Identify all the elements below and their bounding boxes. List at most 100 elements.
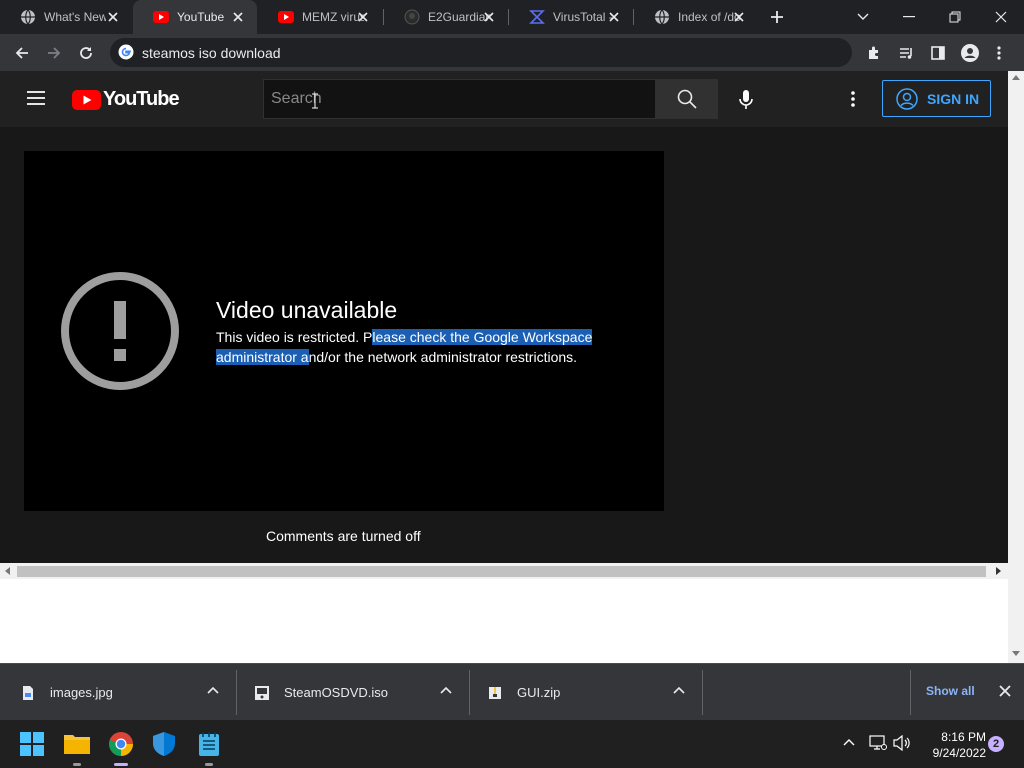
new-tab-plus-icon[interactable] xyxy=(764,4,790,30)
extensions-puzzle-icon[interactable] xyxy=(861,40,887,66)
settings-dots-icon[interactable] xyxy=(851,91,855,107)
download-divider xyxy=(469,670,470,715)
tab-search-chevron-icon[interactable] xyxy=(840,0,886,34)
profile-avatar-icon[interactable] xyxy=(957,40,983,66)
download-filename: images.jpg xyxy=(50,685,113,700)
browser-toolbar: steamos iso download xyxy=(0,34,1024,71)
download-item[interactable]: GUI.zip xyxy=(487,664,702,721)
download-filename: GUI.zip xyxy=(517,685,561,700)
chrome-icon[interactable] xyxy=(108,731,136,759)
close-icon[interactable] xyxy=(998,684,1012,698)
tab-memz[interactable]: MEMZ virus xyxy=(258,0,382,34)
defender-shield-icon[interactable] xyxy=(152,731,180,759)
text-cursor-icon xyxy=(311,93,319,109)
blank-page-area xyxy=(0,579,1008,663)
tab-index-of[interactable]: Index of /do xyxy=(634,0,758,34)
download-filename: SteamOSDVD.iso xyxy=(284,685,389,700)
tab-title: E2Guardian xyxy=(428,10,490,24)
downloads-bar: images.jpg SteamOSDVD.iso GUI.zip Show a… xyxy=(0,663,1024,720)
back-arrow-icon[interactable] xyxy=(9,40,35,66)
search-button[interactable] xyxy=(655,79,718,119)
close-icon[interactable] xyxy=(607,10,621,24)
close-icon[interactable] xyxy=(106,10,120,24)
youtube-icon xyxy=(278,9,294,25)
close-icon[interactable] xyxy=(231,10,245,24)
scroll-right-arrow-icon[interactable] xyxy=(996,567,1001,575)
search-box xyxy=(263,79,655,119)
clock-time: 8:16 PM xyxy=(941,730,986,744)
sign-in-label: SIGN IN xyxy=(927,90,980,107)
horizontal-scrollbar[interactable] xyxy=(0,563,1008,579)
restore-icon[interactable] xyxy=(932,0,978,34)
error-title: Video unavailable xyxy=(216,297,398,323)
scroll-left-arrow-icon[interactable] xyxy=(5,567,10,575)
forward-arrow-icon[interactable] xyxy=(41,40,67,66)
media-queue-icon[interactable] xyxy=(893,40,919,66)
kebab-menu-icon[interactable] xyxy=(986,40,1012,66)
google-icon xyxy=(118,44,134,60)
error-message: This video is restricted. Please check t… xyxy=(216,327,636,367)
download-divider xyxy=(910,670,911,715)
account-circle-icon xyxy=(896,87,918,110)
sign-in-button[interactable]: SIGN IN xyxy=(882,80,991,117)
show-all-button[interactable]: Show all xyxy=(926,684,975,698)
windows-start-icon[interactable] xyxy=(20,732,48,760)
comments-status: Comments are turned off xyxy=(266,528,421,544)
tab-whats-new[interactable]: What's New xyxy=(0,0,132,34)
search-input[interactable] xyxy=(264,80,655,118)
system-clock[interactable]: 8:16 PM 9/24/2022 xyxy=(922,729,986,761)
scroll-up-arrow-icon[interactable] xyxy=(1012,75,1020,80)
error-message-part2: nd/or the network administrator restrict… xyxy=(308,349,578,365)
address-text: steamos iso download xyxy=(142,45,281,61)
scrollbar-thumb[interactable] xyxy=(17,566,986,577)
close-icon[interactable] xyxy=(482,10,496,24)
file-explorer-icon[interactable] xyxy=(64,732,92,760)
globe-icon xyxy=(20,9,36,25)
clock-date: 9/24/2022 xyxy=(932,746,986,760)
minimize-icon[interactable] xyxy=(886,0,932,34)
youtube-header: YouTube SIGN IN xyxy=(0,71,1008,127)
side-panel-icon[interactable] xyxy=(925,40,951,66)
iso-file-icon xyxy=(254,685,270,701)
close-icon[interactable] xyxy=(732,10,746,24)
globe-icon xyxy=(654,9,670,25)
network-icon[interactable] xyxy=(869,735,887,751)
video-player[interactable]: Video unavailable This video is restrict… xyxy=(24,151,664,511)
virustotal-icon xyxy=(529,9,545,25)
scroll-down-arrow-icon[interactable] xyxy=(1012,651,1020,656)
chevron-up-icon[interactable] xyxy=(207,686,219,694)
window-close-icon[interactable] xyxy=(978,0,1024,34)
exclamation-circle-icon xyxy=(60,271,180,391)
running-indicator xyxy=(205,763,213,766)
close-icon[interactable] xyxy=(356,10,370,24)
notepad-icon[interactable] xyxy=(198,731,226,759)
tab-strip: What's New YouTube MEMZ virus E2Guardian… xyxy=(0,0,1024,34)
tab-e2guardian[interactable]: E2Guardian xyxy=(384,0,508,34)
microphone-icon[interactable] xyxy=(738,89,754,111)
chevron-up-icon[interactable] xyxy=(440,686,452,694)
download-item[interactable]: images.jpg xyxy=(20,664,235,721)
error-message-part1: This video is restricted. P xyxy=(216,329,373,345)
download-item[interactable]: SteamOSDVD.iso xyxy=(254,664,469,721)
volume-icon[interactable] xyxy=(893,735,911,751)
youtube-play-icon xyxy=(72,89,101,110)
zip-file-icon xyxy=(487,685,503,701)
notification-badge[interactable]: 2 xyxy=(988,736,1004,752)
tab-title: What's New xyxy=(44,10,106,24)
reload-icon[interactable] xyxy=(73,40,99,66)
youtube-logo[interactable]: YouTube xyxy=(72,88,180,111)
hamburger-menu-icon[interactable] xyxy=(27,91,45,105)
chevron-up-icon[interactable] xyxy=(843,738,855,746)
tab-title: YouTube xyxy=(177,10,225,24)
youtube-wordmark: YouTube xyxy=(103,88,180,110)
youtube-page: YouTube SIGN IN Video xyxy=(0,71,1008,563)
address-bar[interactable]: steamos iso download xyxy=(110,38,852,67)
active-indicator xyxy=(114,763,128,766)
chevron-up-icon[interactable] xyxy=(673,686,685,694)
running-indicator xyxy=(73,763,81,766)
youtube-icon xyxy=(153,9,169,25)
download-divider xyxy=(702,670,703,715)
vertical-scrollbar[interactable] xyxy=(1008,71,1024,663)
tab-virustotal[interactable]: VirusTotal - xyxy=(509,0,633,34)
tab-youtube[interactable]: YouTube xyxy=(133,0,257,34)
